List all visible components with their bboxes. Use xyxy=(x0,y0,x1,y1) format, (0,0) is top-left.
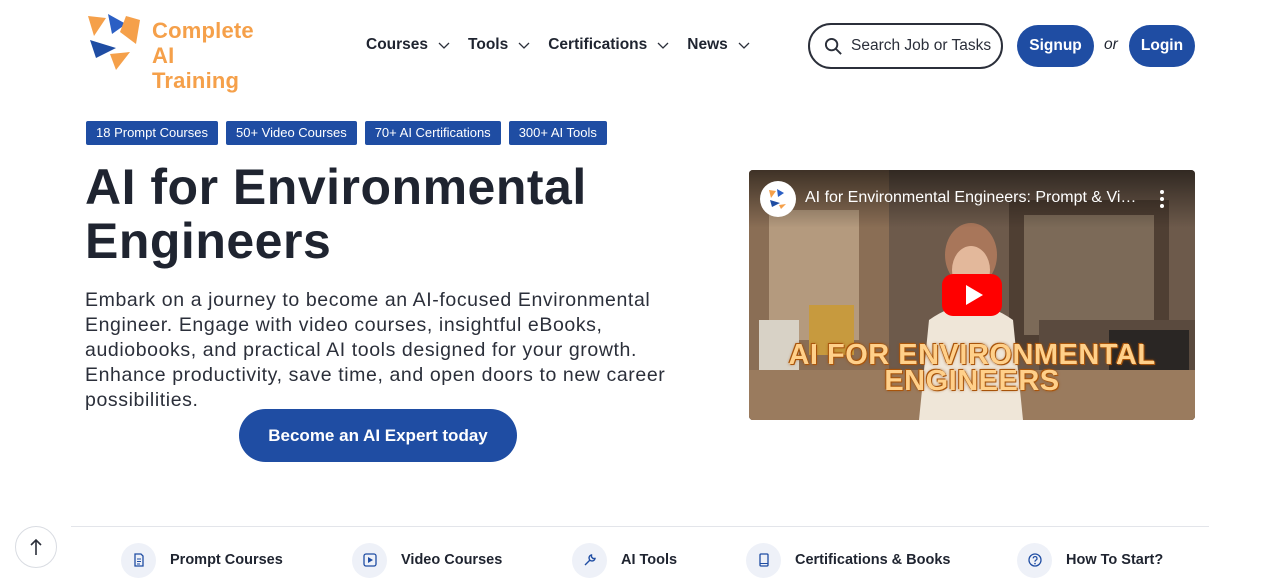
nav-item-label: Tools xyxy=(468,36,509,53)
nav-item-courses[interactable]: Courses xyxy=(366,34,450,56)
play-square-icon xyxy=(352,542,387,578)
nav-item-label: News xyxy=(687,36,728,53)
badge-ai-tools[interactable]: 300+ AI Tools xyxy=(508,121,607,145)
search-placeholder: Search Job or Tasks xyxy=(851,37,992,54)
bottom-nav-label: Prompt Courses xyxy=(170,552,283,568)
bottom-nav-video-courses[interactable]: Video Courses xyxy=(352,540,502,580)
search-input[interactable]: Search Job or Tasks xyxy=(808,23,1003,69)
search-icon xyxy=(824,37,842,55)
logo-link[interactable]: Complete AI Training xyxy=(86,14,266,93)
document-icon xyxy=(121,542,156,578)
nav-item-tools[interactable]: Tools xyxy=(468,34,530,56)
stat-badges: 18 Prompt Courses 50+ Video Courses 70+ … xyxy=(86,121,607,145)
bottom-nav-label: Video Courses xyxy=(401,552,503,568)
page-title-line2: Engineers xyxy=(85,213,332,269)
channel-avatar[interactable] xyxy=(760,181,796,217)
play-icon[interactable] xyxy=(942,274,1002,316)
hero-description: Embark on a journey to become an AI-focu… xyxy=(85,289,666,411)
video-player[interactable]: AI for Environmental Engineers: Prompt &… xyxy=(749,170,1195,420)
nav-item-label: Certifications xyxy=(548,36,648,53)
brand-name-line1: Complete xyxy=(152,18,254,43)
bottom-nav-how-to-start[interactable]: How To Start? xyxy=(1017,540,1163,580)
page-title: AI for Environmental Engineers xyxy=(85,160,705,268)
video-overlay-line2: ENGINEERS xyxy=(884,365,1060,397)
chevron-down-icon xyxy=(738,42,750,49)
bottom-nav: Prompt Courses Video Courses AI Tools Ce… xyxy=(0,540,1280,582)
bottom-nav-ai-tools[interactable]: AI Tools xyxy=(572,540,677,580)
main-nav: Courses Tools Certifications News xyxy=(366,34,768,56)
section-divider xyxy=(71,526,1209,527)
nav-item-certifications[interactable]: Certifications xyxy=(548,34,669,56)
video-title[interactable]: AI for Environmental Engineers: Prompt &… xyxy=(805,189,1145,207)
signup-button[interactable]: Signup xyxy=(1017,25,1094,67)
page-title-line1: AI for Environmental xyxy=(85,159,587,215)
wrench-icon xyxy=(572,542,607,578)
login-button[interactable]: Login xyxy=(1129,25,1195,67)
cta-button[interactable]: Become an AI Expert today xyxy=(239,409,517,462)
nav-item-label: Courses xyxy=(366,36,429,53)
bottom-nav-certifications-books[interactable]: Certifications & Books xyxy=(746,540,951,580)
brand-name-line2: AI Training xyxy=(152,43,240,93)
more-vert-icon[interactable] xyxy=(1154,188,1170,210)
question-circle-icon xyxy=(1017,542,1052,578)
bottom-nav-label: Certifications & Books xyxy=(795,552,951,568)
badge-prompt-courses[interactable]: 18 Prompt Courses xyxy=(86,121,218,145)
chevron-down-icon xyxy=(657,42,669,49)
nav-item-news[interactable]: News xyxy=(687,34,750,56)
badge-video-courses[interactable]: 50+ Video Courses xyxy=(226,121,357,145)
video-overlay-text: AI FOR ENVIRONMENTAL ENGINEERS xyxy=(749,341,1195,397)
badge-certifications[interactable]: 70+ AI Certifications xyxy=(364,121,501,145)
site-header: Complete AI Training Courses Tools Certi… xyxy=(0,0,1280,93)
bottom-nav-prompt-courses[interactable]: Prompt Courses xyxy=(121,540,283,580)
or-separator: or xyxy=(1104,36,1118,53)
brand-name: Complete AI Training xyxy=(152,18,266,93)
triangle-logo-icon xyxy=(769,189,786,209)
bottom-nav-label: How To Start? xyxy=(1066,552,1164,568)
book-icon xyxy=(746,542,781,578)
chevron-down-icon xyxy=(518,42,530,49)
bottom-nav-label: AI Tools xyxy=(621,552,678,568)
chevron-down-icon xyxy=(438,42,450,49)
triangle-logo-icon xyxy=(88,14,140,70)
